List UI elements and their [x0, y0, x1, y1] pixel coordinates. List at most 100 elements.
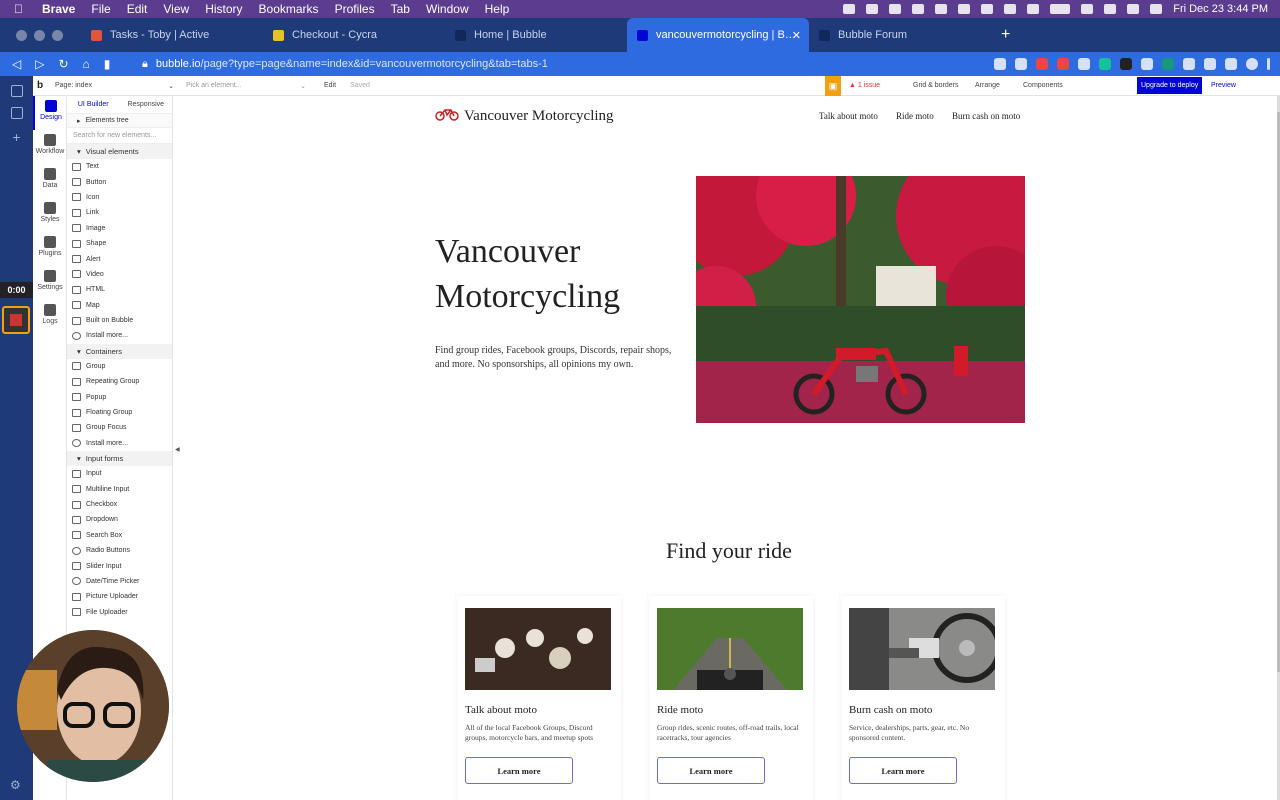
element-dropdown[interactable]: Dropdown — [67, 512, 172, 527]
pen-icon[interactable] — [935, 4, 948, 14]
element-picture-uploader[interactable]: Picture Uploader — [67, 589, 172, 604]
tab-ui-builder[interactable]: UI Builder — [67, 101, 120, 108]
wifi-icon[interactable] — [1081, 4, 1094, 14]
apple-icon[interactable]:  — [14, 2, 28, 16]
element-link[interactable]: Link — [67, 205, 172, 220]
menu-icon[interactable] — [1267, 58, 1270, 70]
menu-history[interactable]: History — [205, 2, 242, 16]
bubble-logo[interactable]: b — [37, 80, 49, 92]
element-install-more[interactable]: Install more... — [67, 436, 172, 451]
element-video[interactable]: Video — [67, 267, 172, 282]
tab-bubble-home[interactable]: Home | Bubble — [445, 18, 627, 52]
extension-icon[interactable] — [1141, 58, 1153, 70]
element-picker[interactable]: Pick an element... ⌄ — [186, 82, 306, 90]
element-icon[interactable]: Icon — [67, 190, 172, 205]
element-search-input[interactable]: Search for new elements... — [67, 128, 172, 144]
preview-button[interactable]: Preview — [1211, 82, 1236, 89]
issue-indicator[interactable]: ▲ 1 issue — [849, 82, 880, 89]
nav-design[interactable]: Design — [33, 96, 67, 130]
edit-menu[interactable]: Edit — [324, 82, 336, 89]
dropbox-icon[interactable] — [843, 4, 856, 14]
minimize-window-button[interactable] — [34, 29, 45, 41]
element-repeating-group[interactable]: Repeating Group — [67, 374, 172, 389]
new-tab-button[interactable]: + — [1001, 26, 1010, 44]
upgrade-button[interactable]: Upgrade to deploy — [1137, 77, 1203, 94]
section-containers[interactable]: ▾ Containers — [67, 343, 172, 359]
grammarly-icon[interactable] — [1099, 58, 1111, 70]
grid-borders-menu[interactable]: Grid & borders — [913, 82, 959, 89]
element-datetime-picker[interactable]: Date/Time Picker — [67, 574, 172, 589]
element-popup[interactable]: Popup — [67, 389, 172, 404]
nav-styles[interactable]: Styles — [33, 198, 67, 232]
url-field[interactable]: 🔒︎ bubble.io /page?type=page&name=index&… — [142, 58, 548, 71]
table-icon[interactable] — [10, 107, 23, 119]
menu-edit[interactable]: Edit — [127, 2, 148, 16]
sidebar-icon[interactable] — [1204, 58, 1216, 70]
element-slider-input[interactable]: Slider Input — [67, 558, 172, 573]
nav-workflow[interactable]: Workflow — [33, 130, 67, 164]
section-visual-elements[interactable]: ▾ Visual elements — [67, 144, 172, 159]
element-floating-group[interactable]: Floating Group — [67, 405, 172, 420]
volume-icon[interactable] — [1004, 4, 1017, 14]
nav-plugins[interactable]: Plugins — [33, 232, 67, 266]
stop-recording-button[interactable] — [2, 306, 30, 334]
bluetooth-icon[interactable] — [1027, 4, 1040, 14]
page-selector[interactable]: Page: index ⌄ — [55, 82, 180, 90]
nav-logs[interactable]: Logs — [33, 300, 67, 334]
add-icon[interactable]: + — [0, 129, 33, 145]
element-html[interactable]: HTML — [67, 282, 172, 297]
menu-help[interactable]: Help — [485, 2, 510, 16]
element-install-more[interactable]: Install more... — [67, 328, 172, 343]
back-icon[interactable]: ◁ — [12, 57, 21, 71]
extension-green-icon[interactable] — [1162, 58, 1174, 70]
close-window-button[interactable] — [16, 29, 27, 41]
element-shape[interactable]: Shape — [67, 236, 172, 251]
learn-more-button[interactable]: Learn more — [465, 757, 573, 784]
element-checkbox[interactable]: Checkbox — [67, 497, 172, 512]
element-button[interactable]: Button — [67, 174, 172, 189]
tab-responsive[interactable]: Responsive — [120, 101, 173, 108]
reload-icon[interactable]: ↻ — [58, 57, 68, 71]
components-menu[interactable]: Components — [1023, 82, 1063, 89]
close-tab-icon[interactable]: ✕ — [792, 29, 801, 42]
element-file-uploader[interactable]: File Uploader — [67, 605, 172, 620]
element-built-on-bubble[interactable]: Built on Bubble — [67, 313, 172, 328]
tab-vancouvermotorcycling[interactable]: vancouvermotorcycling | Bubble ✕ — [627, 18, 809, 52]
element-group[interactable]: Group — [67, 359, 172, 374]
element-input[interactable]: Input — [67, 466, 172, 481]
gear-icon[interactable]: ⚙︎ — [10, 778, 21, 792]
menu-window[interactable]: Window — [426, 2, 469, 16]
menu-profiles[interactable]: Profiles — [335, 2, 375, 16]
elements-tree-toggle[interactable]: ▸ Elements tree — [67, 114, 172, 128]
mouse-icon[interactable] — [866, 4, 879, 14]
nav-ride-moto[interactable]: Ride moto — [896, 111, 934, 121]
home-icon[interactable]: ⌂ — [83, 57, 90, 71]
menu-app[interactable]: Brave — [42, 2, 75, 16]
brave-rewards-icon[interactable] — [1057, 58, 1069, 70]
element-search-box[interactable]: Search Box — [67, 528, 172, 543]
nav-data[interactable]: Data — [33, 164, 67, 198]
wallet-icon[interactable] — [1225, 58, 1237, 70]
zoom-icon[interactable] — [994, 58, 1006, 70]
site-logo[interactable]: Vancouver Motorcycling — [435, 107, 614, 126]
tab-checkout[interactable]: Checkout - Cycra — [263, 18, 445, 52]
section-input-forms[interactable]: ▾ Input forms — [67, 451, 172, 467]
extension-p-icon[interactable] — [1120, 58, 1132, 70]
clip-icon[interactable] — [981, 4, 994, 14]
menu-view[interactable]: View — [163, 2, 189, 16]
collapse-panel-icon[interactable]: ◀ — [175, 446, 180, 453]
share-icon[interactable] — [1015, 58, 1027, 70]
element-alert[interactable]: Alert — [67, 251, 172, 266]
puzzle-icon[interactable] — [1183, 58, 1195, 70]
learn-more-button[interactable]: Learn more — [849, 757, 957, 784]
nav-settings[interactable]: Settings — [33, 266, 67, 300]
bookmark-icon[interactable]: ▮ — [104, 57, 111, 71]
clock[interactable]: Fri Dec 23 3:44 PM — [1173, 3, 1268, 15]
tab-bubble-forum[interactable]: Bubble Forum — [809, 18, 991, 52]
element-image[interactable]: Image — [67, 221, 172, 236]
profile-icon[interactable] — [1246, 58, 1258, 70]
aperture-icon[interactable] — [912, 4, 925, 14]
control-center-icon[interactable] — [1150, 4, 1163, 14]
arrange-menu[interactable]: Arrange — [975, 82, 1000, 89]
search-icon[interactable] — [1127, 4, 1140, 14]
